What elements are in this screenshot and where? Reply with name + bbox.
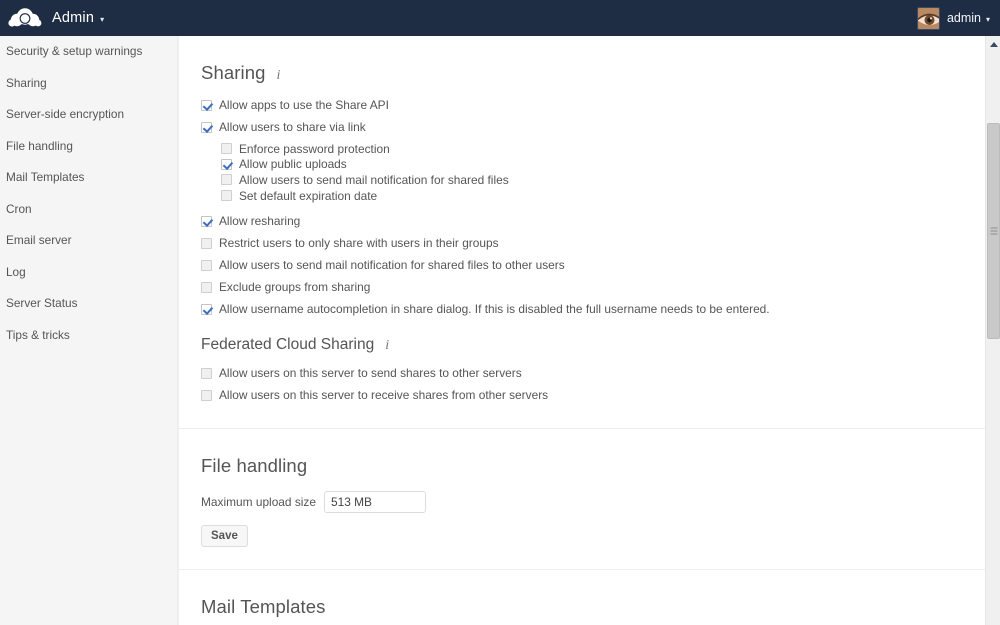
checkbox-label-username-autocompletion[interactable]: Allow username autocompletion in share d… <box>219 302 770 316</box>
checkbox-row-restrict-groups[interactable]: Restrict users to only share with users … <box>201 232 965 254</box>
federated-title-text: Federated Cloud Sharing <box>201 336 375 354</box>
info-icon[interactable]: i <box>276 68 280 84</box>
info-icon[interactable]: i <box>385 338 389 354</box>
checkbox-restrict-groups[interactable] <box>201 237 212 249</box>
sharing-title-text: Sharing <box>201 62 266 83</box>
link-suboptions-group: Enforce password protection Allow public… <box>201 141 965 203</box>
avatar[interactable] <box>916 6 940 30</box>
max-upload-size-row: Maximum upload size <box>201 491 965 514</box>
checkbox-label-enforce-password[interactable]: Enforce password protection <box>239 142 390 156</box>
sharing-title: Sharing i <box>201 62 965 84</box>
checkbox-row-default-expiration-date[interactable]: Set default expiration date <box>221 188 965 204</box>
checkbox-row-share-api[interactable]: Allow apps to use the Share API <box>201 94 965 116</box>
checkbox-label-federated-receive[interactable]: Allow users on this server to receive sh… <box>219 388 548 402</box>
arrow-up-icon[interactable] <box>986 36 1000 52</box>
checkbox-row-mail-notification-shared-files[interactable]: Allow users to send mail notification fo… <box>221 172 965 188</box>
max-upload-size-input[interactable] <box>324 491 426 514</box>
checkbox-label-mail-notification-shared-files[interactable]: Allow users to send mail notification fo… <box>239 173 509 187</box>
federated-cloud-sharing-title: Federated Cloud Sharing i <box>201 336 965 354</box>
sharing-section: Sharing i Allow apps to use the Share AP… <box>179 36 985 430</box>
scrollbar-track[interactable] <box>986 52 1000 625</box>
checkbox-username-autocompletion[interactable] <box>201 303 212 315</box>
checkbox-share-api[interactable] <box>201 99 212 111</box>
sidebar-item-server-status[interactable]: Server Status <box>0 288 177 320</box>
settings-sidebar: Security & setup warnings Sharing Server… <box>0 36 178 625</box>
sidebar-item-mail-templates[interactable]: Mail Templates <box>0 162 177 194</box>
file-handling-title: File handling <box>201 455 308 477</box>
owncloud-logo-icon[interactable] <box>2 0 48 36</box>
checkbox-label-exclude-groups[interactable]: Exclude groups from sharing <box>219 280 370 294</box>
chevron-down-icon: ▾ <box>100 14 105 24</box>
sidebar-item-server-side-encryption[interactable]: Server-side encryption <box>0 99 177 131</box>
checkbox-share-via-link[interactable] <box>201 121 212 133</box>
checkbox-row-exclude-groups[interactable]: Exclude groups from sharing <box>201 276 965 298</box>
checkbox-federated-receive[interactable] <box>201 389 212 401</box>
sidebar-item-file-handling[interactable]: File handling <box>0 131 177 163</box>
checkbox-mail-notification-shared-files[interactable] <box>221 174 232 186</box>
checkbox-row-enforce-password[interactable]: Enforce password protection <box>221 141 965 157</box>
user-name-label: admin ▾ <box>947 11 990 25</box>
sidebar-item-email-server[interactable]: Email server <box>0 225 177 257</box>
checkbox-label-public-uploads[interactable]: Allow public uploads <box>239 157 347 171</box>
checkbox-row-share-via-link[interactable]: Allow users to share via link <box>201 116 965 138</box>
sidebar-item-security-setup-warnings[interactable]: Security & setup warnings <box>0 36 177 68</box>
checkbox-row-federated-send[interactable]: Allow users on this server to send share… <box>201 362 965 384</box>
checkbox-label-default-expiration-date[interactable]: Set default expiration date <box>239 189 377 203</box>
checkbox-exclude-groups[interactable] <box>201 281 212 293</box>
checkbox-row-username-autocompletion[interactable]: Allow username autocompletion in share d… <box>201 298 965 320</box>
checkbox-label-federated-send[interactable]: Allow users on this server to send share… <box>219 366 522 380</box>
chevron-down-icon: ▾ <box>985 14 990 24</box>
sidebar-item-sharing[interactable]: Sharing <box>0 68 177 100</box>
sidebar-item-log[interactable]: Log <box>0 257 177 289</box>
sidebar-item-cron[interactable]: Cron <box>0 194 177 226</box>
user-menu-toggle[interactable]: admin ▾ <box>916 0 1000 36</box>
checkbox-label-share-via-link[interactable]: Allow users to share via link <box>219 120 366 134</box>
scrollbar-grip-icon <box>990 227 997 235</box>
app-header: Admin ▾ admin ▾ <box>0 0 1000 36</box>
max-upload-size-label: Maximum upload size <box>201 495 316 510</box>
checkbox-label-restrict-groups[interactable]: Restrict users to only share with users … <box>219 236 499 250</box>
checkbox-row-mail-notification-other-users[interactable]: Allow users to send mail notification fo… <box>201 254 965 276</box>
sidebar-item-tips-tricks[interactable]: Tips & tricks <box>0 320 177 352</box>
checkbox-label-mail-notification-other-users[interactable]: Allow users to send mail notification fo… <box>219 258 565 272</box>
app-name-label: Admin <box>52 10 95 26</box>
checkbox-public-uploads[interactable] <box>221 158 232 170</box>
checkbox-row-federated-receive[interactable]: Allow users on this server to receive sh… <box>201 384 965 406</box>
checkbox-row-resharing[interactable]: Allow resharing <box>201 210 965 232</box>
file-handling-section: File handling Maximum upload size Save <box>179 429 985 571</box>
checkbox-row-public-uploads[interactable]: Allow public uploads <box>221 157 965 173</box>
settings-content-area: Sharing i Allow apps to use the Share AP… <box>178 36 1000 625</box>
checkbox-resharing[interactable] <box>201 215 212 227</box>
checkbox-label-share-api[interactable]: Allow apps to use the Share API <box>219 98 389 112</box>
checkbox-default-expiration-date[interactable] <box>221 190 232 202</box>
checkbox-mail-notification-other-users[interactable] <box>201 259 212 271</box>
user-name-text: admin <box>946 11 981 25</box>
checkbox-label-resharing[interactable]: Allow resharing <box>219 214 300 228</box>
app-menu-toggle[interactable]: Admin ▾ <box>52 10 104 26</box>
checkbox-federated-send[interactable] <box>201 367 212 379</box>
scrollbar-thumb[interactable] <box>987 123 1000 339</box>
mail-templates-title: Mail Templates <box>201 596 326 618</box>
page-scrollbar[interactable] <box>985 36 1000 625</box>
save-button[interactable]: Save <box>201 525 248 548</box>
settings-panel: Sharing i Allow apps to use the Share AP… <box>178 36 985 625</box>
checkbox-enforce-password[interactable] <box>221 143 232 155</box>
mail-templates-section: Mail Templates Theme example Template Pl… <box>179 570 985 625</box>
